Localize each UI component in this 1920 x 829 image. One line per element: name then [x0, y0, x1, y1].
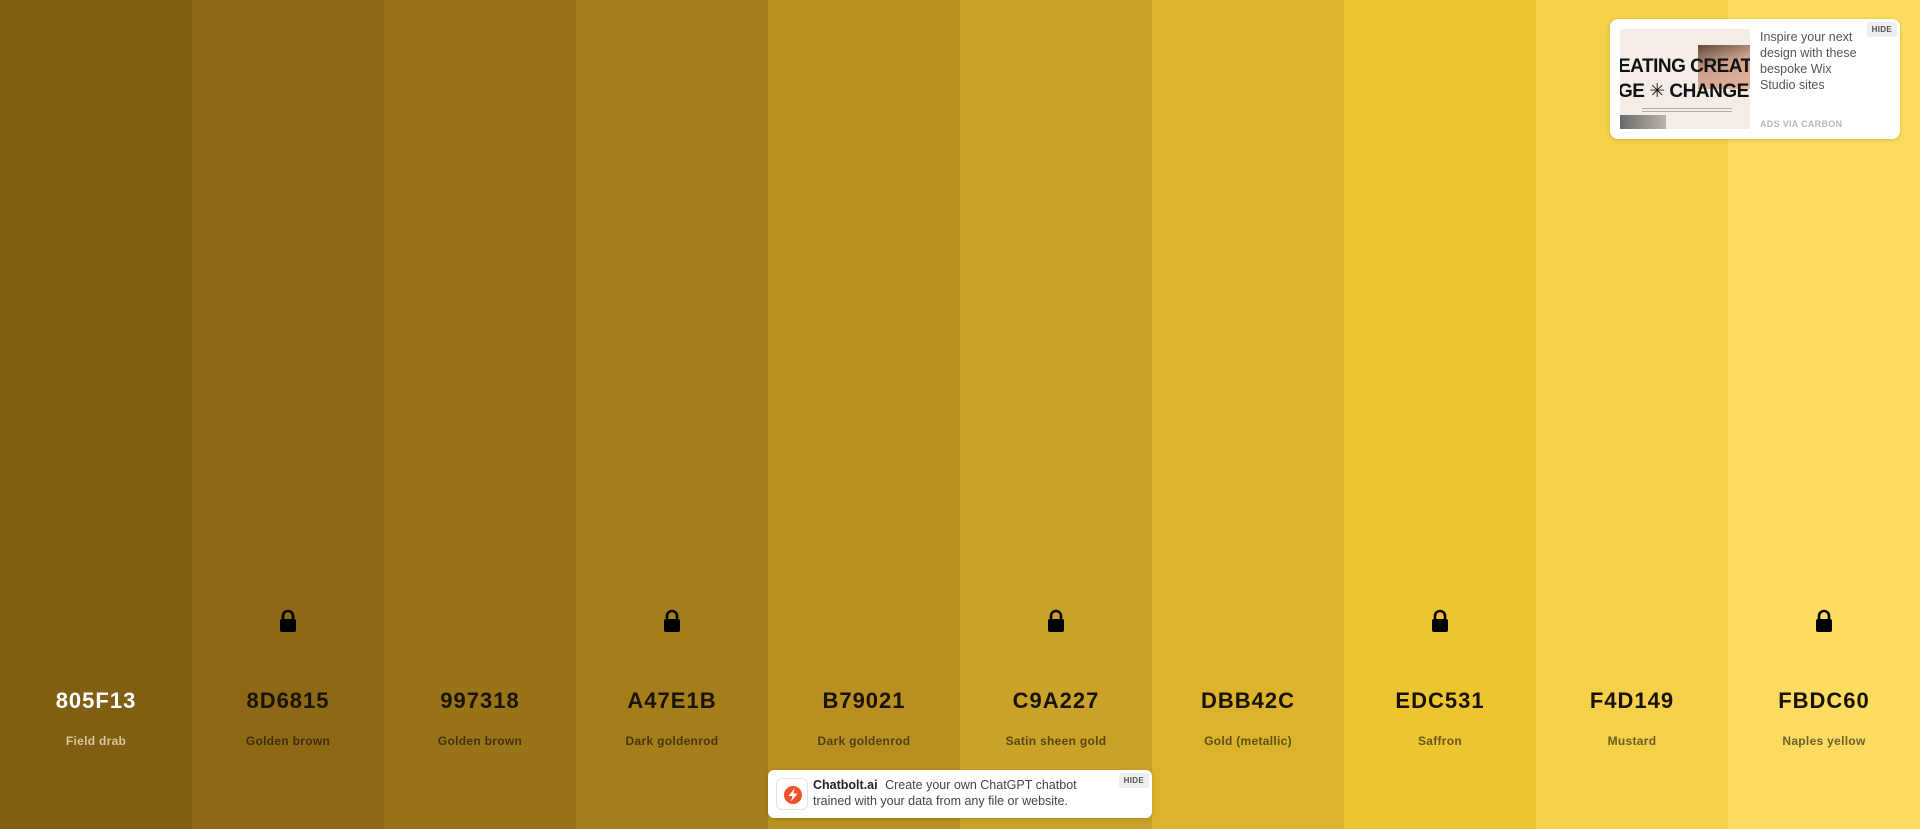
- color-hex[interactable]: B79021: [768, 688, 960, 714]
- color-name: Golden brown: [437, 734, 523, 748]
- lock-icon[interactable]: [1813, 609, 1835, 633]
- color-swatch[interactable]: B79021 Dark goldenrod: [768, 0, 960, 829]
- carbon-ad[interactable]: EATING CREAT GE ✳ CHANGE Inspire your ne…: [1610, 19, 1900, 139]
- color-swatch[interactable]: EDC531 Saffron: [1344, 0, 1536, 829]
- ad-image[interactable]: EATING CREAT GE ✳ CHANGE: [1620, 29, 1750, 129]
- color-swatch[interactable]: 805F13 Field drab: [0, 0, 192, 829]
- color-hex[interactable]: F4D149: [1536, 688, 1728, 714]
- color-name: Mustard: [1607, 734, 1657, 748]
- lock-icon[interactable]: [1429, 609, 1451, 633]
- color-hex[interactable]: FBDC60: [1728, 688, 1920, 714]
- color-swatch[interactable]: A47E1B Dark goldenrod: [576, 0, 768, 829]
- lightning-bolt-icon: [776, 778, 808, 810]
- color-swatch[interactable]: C9A227 Satin sheen gold: [960, 0, 1152, 829]
- lock-icon[interactable]: [1045, 609, 1067, 633]
- color-hex[interactable]: 805F13: [0, 688, 192, 714]
- color-swatch[interactable]: 997318 Golden brown: [384, 0, 576, 829]
- lock-icon[interactable]: [277, 609, 299, 633]
- color-hex[interactable]: 997318: [384, 688, 576, 714]
- color-name: Golden brown: [245, 734, 331, 748]
- color-name: Field drab: [65, 734, 127, 748]
- color-hex[interactable]: 8D6815: [192, 688, 384, 714]
- color-name: Naples yellow: [1782, 734, 1866, 748]
- ad-image-text-1: EATING CREAT: [1620, 56, 1750, 77]
- color-name: Gold (metallic): [1204, 734, 1292, 748]
- banner-hide-button[interactable]: HIDE: [1118, 773, 1149, 788]
- color-hex[interactable]: EDC531: [1344, 688, 1536, 714]
- color-name: Dark goldenrod: [625, 734, 719, 748]
- banner-brand: Chatbolt.ai: [813, 778, 878, 792]
- color-hex[interactable]: C9A227: [960, 688, 1152, 714]
- ad-image-text-2: GE ✳ CHANGE: [1620, 81, 1749, 102]
- color-name: Satin sheen gold: [1005, 734, 1107, 748]
- ad-text[interactable]: Inspire your next design with these besp…: [1760, 29, 1870, 93]
- color-swatch[interactable]: DBB42C Gold (metallic): [1152, 0, 1344, 829]
- ad-image-thumb: [1620, 115, 1666, 129]
- chatbolt-banner[interactable]: Chatbolt.ai Create your own ChatGPT chat…: [768, 770, 1152, 818]
- color-name: Saffron: [1417, 734, 1463, 748]
- color-name: Dark goldenrod: [817, 734, 911, 748]
- ad-image-lines: [1642, 108, 1732, 114]
- banner-text[interactable]: Chatbolt.ai Create your own ChatGPT chat…: [813, 777, 1103, 809]
- ad-hide-button[interactable]: HIDE: [1866, 22, 1897, 37]
- color-hex[interactable]: DBB42C: [1152, 688, 1344, 714]
- color-hex[interactable]: A47E1B: [576, 688, 768, 714]
- lock-icon[interactable]: [661, 609, 683, 633]
- color-swatch[interactable]: 8D6815 Golden brown: [192, 0, 384, 829]
- ad-via-link[interactable]: ADS VIA CARBON: [1760, 119, 1842, 129]
